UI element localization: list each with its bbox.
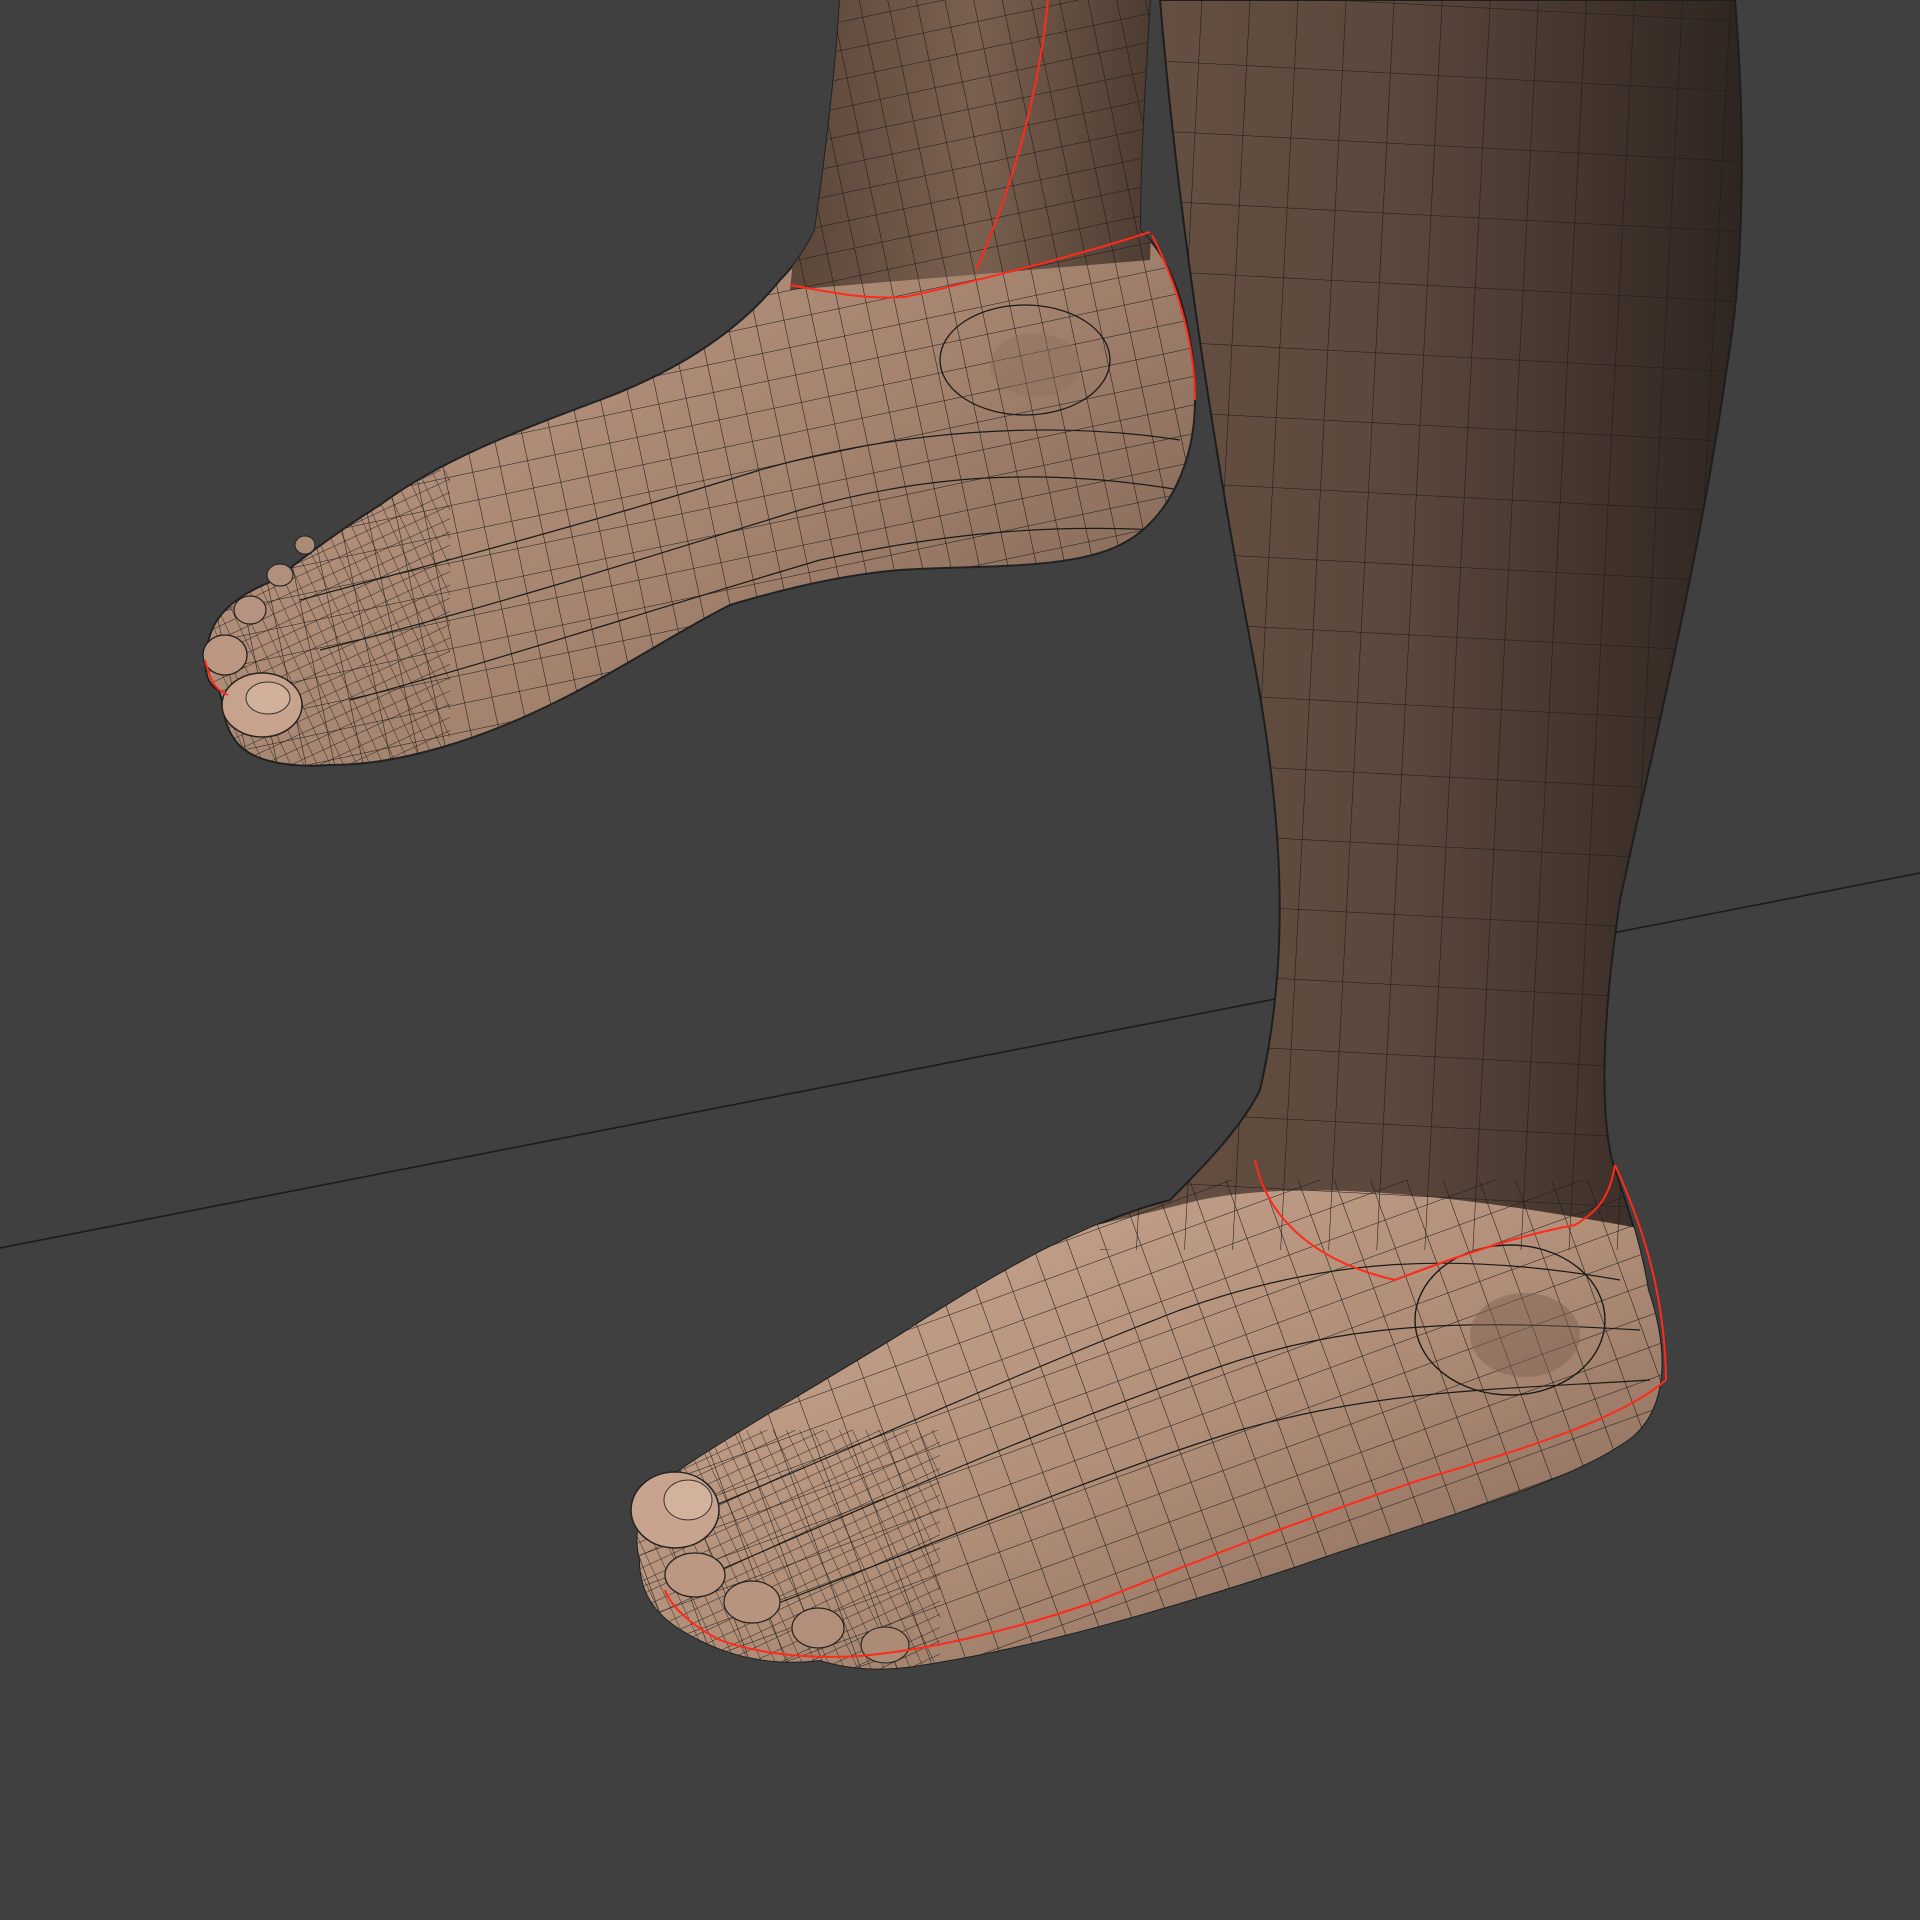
3d-viewport[interactable]	[0, 0, 1920, 1920]
right-leg-mesh[interactable]	[600, 0, 1800, 1730]
viewport-canvas[interactable]	[0, 0, 1920, 1920]
left-second-toe	[202, 634, 248, 676]
left-foot-mesh[interactable]	[150, 0, 1250, 800]
right-second-toe	[664, 1552, 726, 1598]
floor-grid-line	[0, 872, 1920, 1249]
